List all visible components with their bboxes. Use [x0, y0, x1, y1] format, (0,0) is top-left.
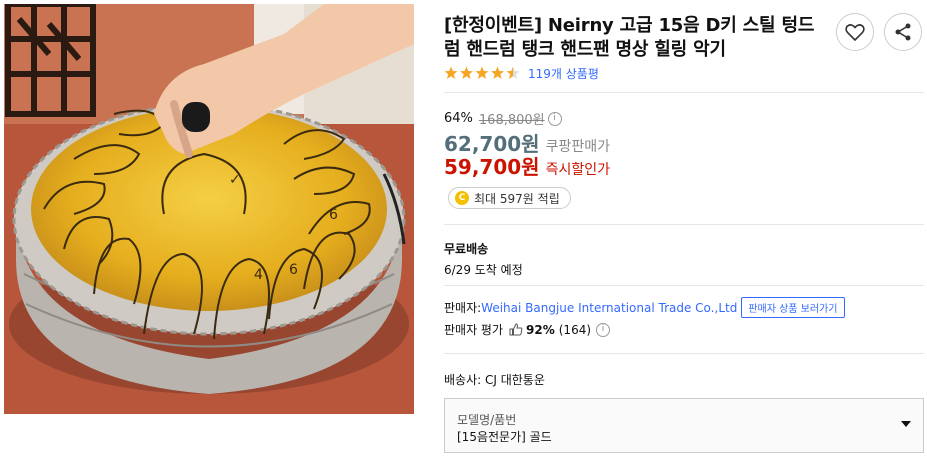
option-select[interactable]: 모델명/품번 [15음전문가] 골드 [444, 398, 924, 453]
star-icon [460, 66, 473, 79]
seller-eval-count: (164) [558, 322, 592, 337]
discount-rate: 64% [444, 111, 473, 126]
seller-products-button[interactable]: 판매자 상품 보러가기 [741, 297, 845, 318]
seller-row: 판매자: Weihai Bangjue International Trade … [444, 297, 845, 318]
coin-icon: C [455, 191, 469, 205]
sale-price-label: 즉시할인가 [545, 162, 610, 178]
delivery-carrier: 배송사: CJ 대한통운 [444, 373, 545, 387]
original-price: 168,800원 [478, 113, 545, 128]
rating-stars [444, 66, 522, 80]
star-icon [444, 66, 458, 79]
discount-row: 64% 168,800원 i [444, 109, 562, 128]
heart-icon [845, 24, 865, 41]
info-icon[interactable]: i [596, 322, 611, 337]
cashback-badge: C 최대 597원 적립 [448, 187, 571, 209]
divider [444, 224, 924, 225]
option-value: [15음전문가] 골드 [457, 430, 552, 444]
cashback-text: 최대 597원 적립 [474, 191, 560, 206]
svg-text:6: 6 [289, 262, 298, 278]
thumbs-up-icon [509, 323, 523, 336]
divider [444, 92, 924, 93]
chevron-down-icon [901, 421, 911, 427]
tongue-drum-photo: ✓ 4 6 6 [4, 4, 414, 414]
seller-eval-label: 판매자 평가 [444, 323, 504, 337]
seller-eval-row: 판매자 평가 92% (164) i [444, 321, 611, 338]
share-button[interactable] [884, 13, 922, 51]
wishlist-button[interactable] [836, 13, 874, 51]
star-icon [475, 66, 489, 79]
sale-price-row: 59,700원 즉시할인가 [444, 151, 610, 180]
shipping-title: 무료배송 [444, 242, 489, 256]
product-image[interactable]: ✓ 4 6 6 [4, 4, 414, 414]
rating-row: 119개 상품평 [444, 64, 599, 82]
star-half-icon [506, 66, 520, 79]
sale-price: 59,700원 [444, 155, 540, 179]
option-label: 모델명/품번 [457, 413, 517, 427]
product-info-panel: [한정이벤트] Neirny 고급 15음 D키 스틸 텅드럼 핸드럼 탱크 핸… [444, 0, 924, 458]
product-title: [한정이벤트] Neirny 고급 15음 D키 스틸 텅드럼 핸드럼 탱크 핸… [444, 15, 815, 60]
seller-eval-value: 92% [526, 322, 555, 337]
seller-label: 판매자: [444, 301, 482, 315]
divider [444, 285, 924, 286]
star-icon [491, 66, 504, 79]
seller-name-link[interactable]: Weihai Bangjue International Trade Co.,L… [481, 301, 737, 315]
share-icon [895, 23, 911, 41]
review-count-link[interactable]: 119개 상품평 [528, 65, 599, 82]
svg-text:4: 4 [254, 267, 263, 283]
svg-text:✓: ✓ [229, 172, 241, 188]
shipping-date: 6/29 도착 예정 [444, 263, 523, 277]
svg-text:6: 6 [329, 207, 338, 223]
divider [444, 353, 924, 354]
info-icon[interactable]: i [547, 111, 562, 126]
